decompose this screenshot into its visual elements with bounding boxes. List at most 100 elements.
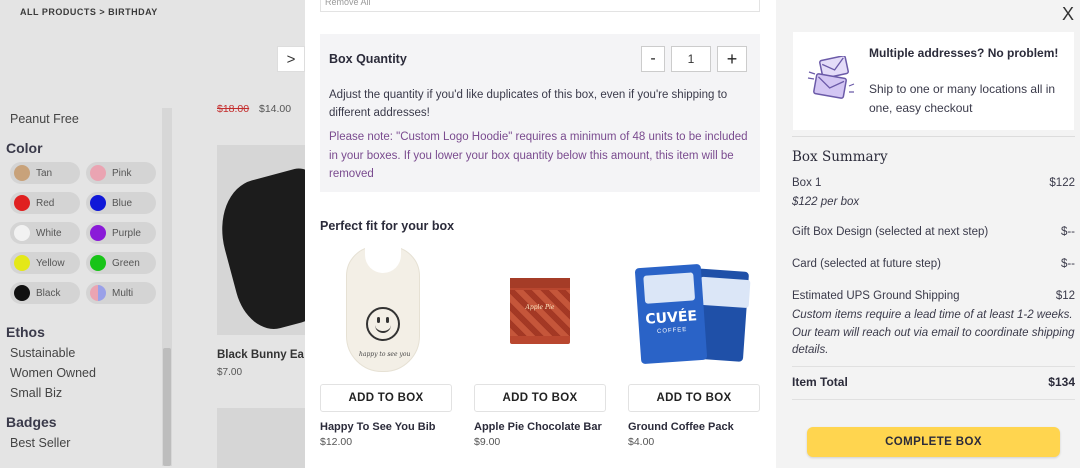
swatch-multi[interactable]: Multi (86, 282, 156, 304)
product-name[interactable]: Black Bunny Ea (217, 349, 305, 361)
shipping-amount: $12 (1055, 290, 1075, 302)
quantity-note: Please note: "Custom Logo Hoodie" requir… (329, 131, 748, 180)
swatch-dot (14, 255, 30, 271)
filter-ethos-women-owned[interactable]: Women Owned (0, 366, 172, 380)
gift-amount: $-- (1060, 226, 1075, 238)
quantity-description: Adjust the quantity if you'd like duplic… (329, 89, 728, 119)
swatch-green[interactable]: Green (86, 252, 156, 274)
product-image-2[interactable] (217, 408, 305, 468)
quantity-stepper: - 1 + (641, 46, 747, 72)
product-image[interactable] (217, 145, 305, 335)
product-price-coffee: $4.00 (628, 436, 655, 448)
summary-row-box: Box 1 $122 $122 per box (792, 177, 1075, 213)
box-summary-title: Box Summary (792, 149, 888, 165)
filter-peanut-free[interactable]: Peanut Free (0, 112, 172, 126)
product-name-bib[interactable]: Happy To See You Bib (320, 421, 452, 433)
color-swatches: Tan Pink Red Blue White Purple Yellow Gr… (0, 162, 172, 304)
box-summary-panel: X Multiple addresses? No problem! Ship t… (776, 0, 1080, 468)
breadcrumb[interactable]: ALL PRODUCTS > BIRTHDAY (20, 7, 158, 17)
swatch-dot (90, 165, 106, 181)
envelopes-icon (807, 56, 855, 99)
chocolate-label: Apple Pie (525, 304, 555, 311)
product-card-bib: happy to see you ADD TO BOX Happy To See… (320, 242, 452, 448)
add-to-box-button-bib[interactable]: ADD TO BOX (320, 384, 452, 412)
coffee-word: COFFEE (656, 326, 688, 336)
filter-ethos-sustainable[interactable]: Sustainable (0, 346, 172, 360)
filter-scrollbar[interactable] (162, 108, 172, 466)
filter-badge-best-seller[interactable]: Best Seller (0, 436, 172, 450)
swatch-dot (14, 225, 30, 241)
promo-title: Multiple addresses? No problem! (869, 46, 1059, 60)
next-arrow-button[interactable]: > (277, 46, 305, 72)
box-quantity-title: Box Quantity (329, 52, 407, 66)
filter-ethos-small-biz[interactable]: Small Biz (0, 386, 172, 400)
product-card-coffee: CUVÉE COFFEE ADD TO BOX Ground Coffee Pa… (628, 242, 760, 448)
quantity-plus-button[interactable]: + (717, 46, 747, 72)
swatch-red[interactable]: Red (10, 192, 80, 214)
coffee-bag-label (698, 276, 751, 309)
swatch-tan[interactable]: Tan (10, 162, 80, 184)
gift-label: Gift Box Design (selected at next step) (792, 226, 989, 238)
coffee-bag-front: CUVÉE COFFEE (634, 263, 708, 365)
summary-row-shipping: Estimated UPS Ground Shipping $12 Custom… (792, 290, 1075, 360)
perfect-fit-title: Perfect fit for your box (320, 219, 455, 233)
product-name-chocolate[interactable]: Apple Pie Chocolate Bar (474, 421, 606, 433)
smiley-mouth (375, 325, 391, 333)
bib-neck (365, 245, 401, 273)
chocolate-bar-shape: Apple Pie (510, 278, 570, 344)
filter-heading-color: Color (6, 140, 43, 156)
quantity-input[interactable]: 1 (671, 46, 711, 72)
quantity-minus-button[interactable]: - (641, 46, 665, 72)
item-total-row: Item Total $134 (792, 375, 1075, 389)
add-to-box-button-chocolate[interactable]: ADD TO BOX (474, 384, 606, 412)
scrollbar-thumb[interactable] (163, 348, 171, 466)
swatch-dot (90, 255, 106, 271)
filter-heading-ethos: Ethos (6, 324, 45, 340)
divider (792, 366, 1075, 367)
bib-shape: happy to see you (346, 245, 420, 372)
coffee-bag-label (643, 272, 696, 304)
product-card-chocolate: Apple Pie ADD TO BOX Apple Pie Chocolate… (474, 242, 606, 448)
swatch-purple[interactable]: Purple (86, 222, 156, 244)
coffee-brand: CUVÉE (644, 308, 698, 328)
swatch-white[interactable]: White (10, 222, 80, 244)
divider (792, 136, 1075, 137)
card-label: Card (selected at future step) (792, 258, 941, 270)
complete-box-button[interactable]: COMPLETE BOX (807, 427, 1060, 457)
smiley-eye (386, 317, 389, 323)
swatch-pink[interactable]: Pink (86, 162, 156, 184)
chocolate-pattern (510, 290, 570, 336)
promo-text: Ship to one or many locations all in one… (869, 82, 1056, 115)
summary-row-gift: Gift Box Design (selected at next step) … (792, 226, 1075, 242)
product-price: $7.00 (217, 367, 243, 378)
box-label: Box 1 (792, 177, 822, 189)
background-page: ALL PRODUCTS > BIRTHDAY > Peanut Free Co… (0, 0, 305, 468)
box-quantity-card: Box Quantity - 1 + Adjust the quantity i… (320, 34, 760, 192)
product-image-bib[interactable]: happy to see you (320, 242, 452, 372)
divider (792, 399, 1075, 400)
product-name-coffee[interactable]: Ground Coffee Pack (628, 421, 760, 433)
swatch-yellow[interactable]: Yellow (10, 252, 80, 274)
bib-print: happy to see you (359, 351, 411, 358)
product-image-chocolate[interactable]: Apple Pie (474, 242, 606, 372)
shipping-note: Custom items require a lead time of at l… (792, 309, 1075, 356)
swatch-black[interactable]: Black (10, 282, 80, 304)
remove-all-link[interactable]: Remove All (320, 0, 760, 12)
total-label: Item Total (792, 375, 848, 389)
product-old-price: $18.00 (217, 103, 250, 115)
product-image-coffee[interactable]: CUVÉE COFFEE (628, 242, 760, 372)
close-icon[interactable]: X (1062, 4, 1074, 25)
swatch-dot (90, 195, 106, 211)
chocolate-top (510, 278, 570, 288)
smiley-eye (377, 317, 380, 323)
add-to-box-button-coffee[interactable]: ADD TO BOX (628, 384, 760, 412)
smiley-icon (366, 307, 400, 341)
swatch-dot (90, 225, 106, 241)
total-amount: $134 (1048, 375, 1075, 389)
filter-sidebar: Peanut Free Color Tan Pink Red Blue Whit… (0, 105, 172, 468)
box-amount: $122 (1049, 177, 1075, 189)
swatch-blue[interactable]: Blue (86, 192, 156, 214)
multiple-addresses-promo: Multiple addresses? No problem! Ship to … (793, 32, 1074, 130)
swatch-dot (90, 285, 106, 301)
product-price-chocolate: $9.00 (474, 436, 501, 448)
